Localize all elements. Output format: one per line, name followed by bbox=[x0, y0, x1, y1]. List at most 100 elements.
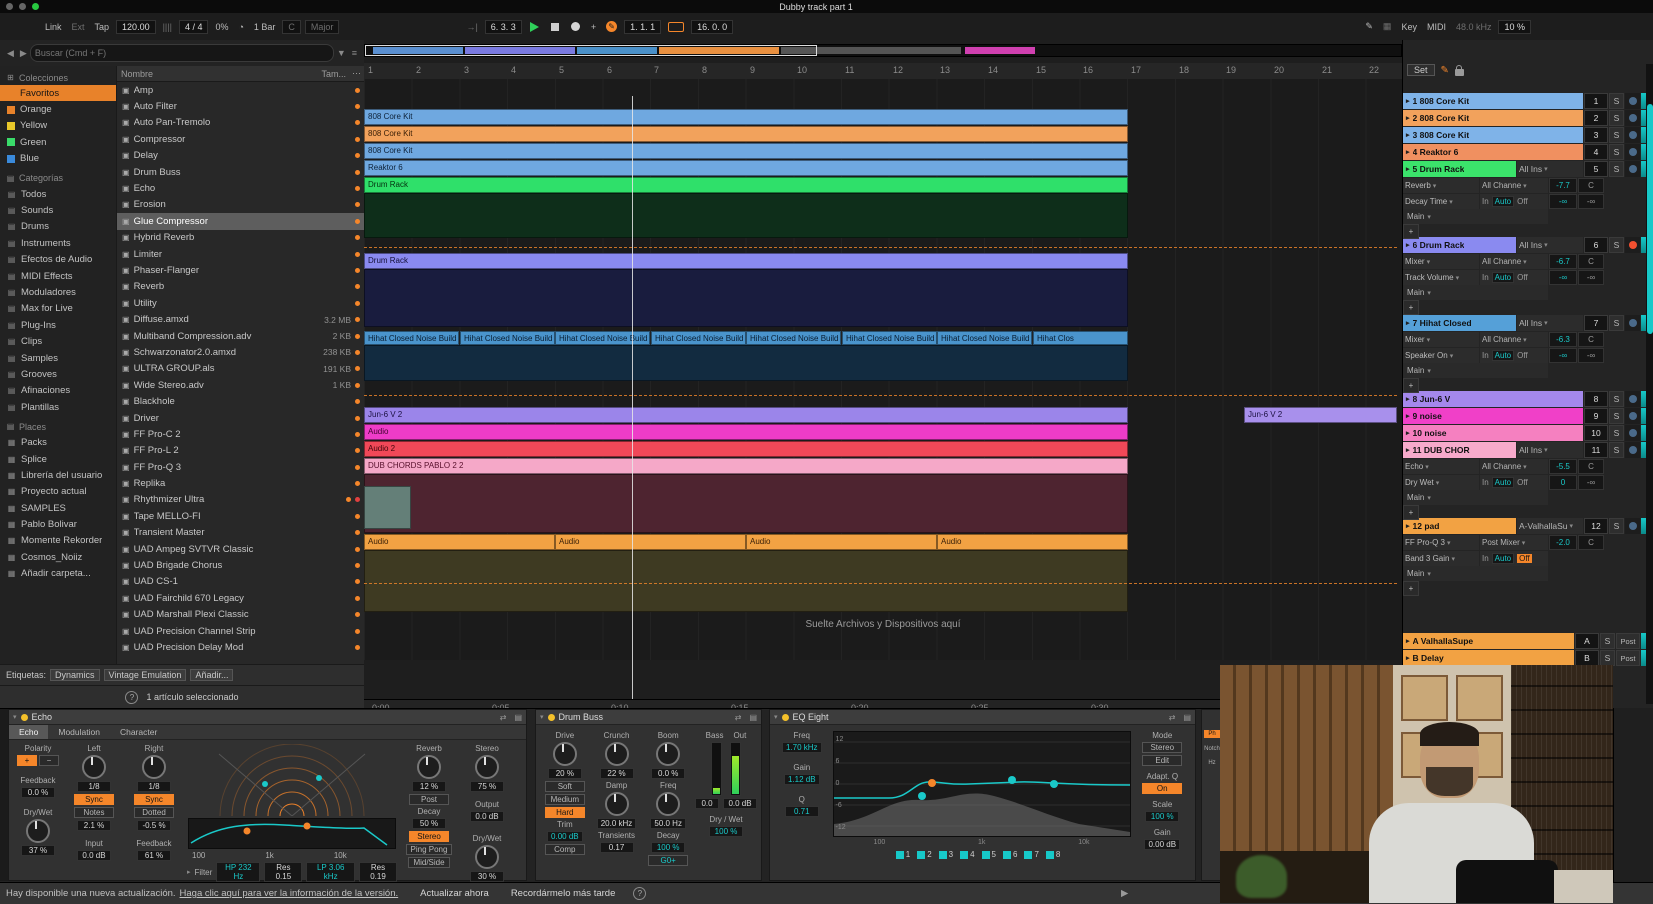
eq-spectrum-display[interactable]: 1260-6-12 bbox=[833, 731, 1131, 837]
sidebar-item-place[interactable]: ▦ Librería del usuario bbox=[0, 467, 116, 483]
track-fold-icon[interactable]: ▸ bbox=[1406, 131, 1410, 139]
solo-button[interactable]: S bbox=[1609, 315, 1624, 331]
nudge-icons[interactable]: |||| bbox=[163, 22, 172, 32]
link-toggle[interactable]: Link bbox=[45, 22, 62, 32]
sidebar-item-category[interactable]: ▤ Max for Live bbox=[0, 301, 116, 317]
track-fold-icon[interactable]: ▸ bbox=[1406, 637, 1410, 645]
scale-value[interactable]: 100 % bbox=[1145, 811, 1179, 822]
arm-button[interactable] bbox=[1625, 391, 1640, 407]
scale-root-menu[interactable]: C bbox=[282, 20, 301, 34]
clip[interactable] bbox=[364, 269, 1128, 327]
eq-edit-button[interactable]: Edit bbox=[1142, 755, 1182, 766]
metronome-icon[interactable]: ◔ bbox=[238, 22, 243, 32]
drum-buss-drywet-value[interactable]: 100 % bbox=[709, 826, 743, 837]
favorite-dot-icon[interactable] bbox=[355, 219, 360, 224]
boom-value[interactable]: 0.0 % bbox=[651, 768, 685, 779]
list-item[interactable]: ▣ Driver bbox=[117, 410, 365, 426]
sidebar-item-place[interactable]: ▦ Splice bbox=[0, 451, 116, 467]
automation-device-select[interactable]: Echo ▾ bbox=[1403, 459, 1479, 474]
stereo-width-knob[interactable] bbox=[475, 755, 499, 779]
arrangement-position-display[interactable]: 6. 3. 3 bbox=[485, 20, 522, 34]
polarity-minus-button[interactable]: − bbox=[39, 755, 59, 766]
arm-button[interactable] bbox=[1625, 442, 1640, 458]
list-item[interactable]: ▣ Compressor bbox=[117, 131, 365, 147]
status-help-icon[interactable]: ? bbox=[633, 887, 646, 900]
device-title-bar[interactable]: ▾ EQ Eight ⇄ ▤ bbox=[770, 710, 1195, 725]
collections-header[interactable]: ⊞ Colecciones bbox=[0, 70, 116, 85]
favorite-dot-icon[interactable] bbox=[355, 481, 360, 486]
list-item[interactable]: ▣ Transient Master bbox=[117, 525, 365, 541]
track-row[interactable]: ▸ 7 Hihat Closed All Ins ▾ 7 S bbox=[1403, 315, 1646, 331]
list-item[interactable]: ▣ Phaser-Flanger bbox=[117, 262, 365, 278]
favorite-dot-icon[interactable] bbox=[355, 416, 360, 421]
automation-io-row[interactable]: Speaker On ▾ In Auto Off -∞ -∞ bbox=[1403, 348, 1641, 363]
clip[interactable]: Audio bbox=[746, 534, 937, 550]
automation-value[interactable]: -6.7 bbox=[1549, 254, 1577, 269]
update-now-button[interactable]: Actualizar ahora bbox=[420, 888, 489, 899]
clip[interactable]: Drum Rack bbox=[364, 177, 1128, 193]
categories-header[interactable]: ▤ Categorías bbox=[0, 171, 116, 186]
save-preset-icon[interactable]: ▤ bbox=[749, 713, 757, 722]
track-fold-icon[interactable]: ▸ bbox=[1406, 97, 1410, 105]
ping-pong-button[interactable]: Ping Pong bbox=[406, 844, 453, 855]
file-list-header[interactable]: Nombre Tam... ⋯ bbox=[117, 66, 365, 82]
vertical-scrollbar[interactable] bbox=[1646, 64, 1653, 704]
solo-button[interactable]: S bbox=[1609, 127, 1624, 143]
arm-button[interactable] bbox=[1625, 518, 1640, 534]
band-active-icon[interactable] bbox=[982, 851, 990, 859]
track-name[interactable]: ▸ 6 Drum Rack bbox=[1403, 237, 1516, 253]
sidebar-item-collection[interactable]: Blue bbox=[0, 151, 116, 167]
clip[interactable]: Hihat Closed Noise Build bbox=[842, 331, 937, 345]
band-active-icon[interactable] bbox=[1024, 851, 1032, 859]
automation-value[interactable]: -7.7 bbox=[1549, 178, 1577, 193]
list-item[interactable]: ▣ ULTRA GROUP.als 191 KB bbox=[117, 361, 365, 377]
list-item[interactable]: ▣ Auto Pan-Tremolo bbox=[117, 115, 365, 131]
output-gain-value[interactable]: 0.0 dB bbox=[723, 798, 757, 809]
automation-breakpoint-line[interactable] bbox=[364, 583, 1397, 584]
sidebar-item-category[interactable]: ▤ Drums bbox=[0, 219, 116, 235]
feedback-value[interactable]: 0.0 % bbox=[21, 787, 55, 798]
track-row[interactable]: ▸ 3 808 Core Kit ▾ 3 S bbox=[1403, 127, 1646, 143]
eq-band-toggle[interactable]: 3 bbox=[939, 850, 953, 859]
automation-param-select[interactable]: All Channe ▾ bbox=[1480, 178, 1548, 193]
follow-icon[interactable]: →| bbox=[466, 22, 477, 32]
add-lane-button[interactable]: + bbox=[1403, 224, 1419, 239]
grid-icon[interactable]: ▦ bbox=[1383, 21, 1392, 32]
tab[interactable]: Character bbox=[110, 725, 167, 739]
track-routing-select[interactable]: A-ValhallaSu ▾ bbox=[1517, 518, 1583, 534]
favorite-dot-icon[interactable] bbox=[355, 284, 360, 289]
arm-button[interactable] bbox=[1625, 237, 1640, 253]
device-power-icon[interactable] bbox=[548, 714, 555, 721]
automation-io-row[interactable]: Band 3 Gain ▾ In Auto Off bbox=[1403, 551, 1641, 566]
automation-device-row[interactable]: FF Pro-Q 3 ▾ Post Mixer ▾ -2.0 C bbox=[1403, 535, 1641, 550]
list-item[interactable]: ▣ Erosion bbox=[117, 197, 365, 213]
favorite-dot-icon[interactable] bbox=[355, 645, 360, 650]
transients-value[interactable]: 0.17 bbox=[600, 842, 634, 853]
right-sync-button[interactable]: Sync bbox=[134, 794, 174, 805]
automation-extra-value[interactable]: C bbox=[1578, 332, 1604, 347]
main-lane-row[interactable]: Main ▾ bbox=[1403, 285, 1641, 300]
track-row[interactable]: ▸ 10 noise ▾ 10 S bbox=[1403, 425, 1646, 441]
favorite-dot-icon[interactable] bbox=[355, 137, 360, 142]
track-name[interactable]: ▸ B Delay bbox=[1403, 650, 1574, 666]
stereo-mode-button[interactable]: Stereo bbox=[409, 831, 449, 842]
clip[interactable]: Hihat Closed Noise Build bbox=[364, 331, 459, 345]
list-item[interactable]: ▣ Hybrid Reverb bbox=[117, 230, 365, 246]
reverb-position-select[interactable]: Post bbox=[409, 794, 449, 805]
sidebar-item-place[interactable]: ▦ Proyecto actual bbox=[0, 484, 116, 500]
band-q-value[interactable]: 0.71 bbox=[785, 806, 819, 817]
search-input[interactable] bbox=[30, 44, 334, 62]
window-green-dot-icon[interactable] bbox=[32, 3, 39, 10]
sidebar-item-category[interactable]: ▤ Moduladores bbox=[0, 284, 116, 300]
band-active-icon[interactable] bbox=[960, 851, 968, 859]
clip[interactable] bbox=[364, 550, 1128, 612]
track-fold-icon[interactable]: ▸ bbox=[1406, 446, 1410, 454]
solo-button[interactable]: S bbox=[1609, 93, 1624, 109]
clip[interactable]: Reaktor 6 bbox=[364, 160, 1128, 176]
track-row[interactable]: ▸ 1 808 Core Kit ▾ 1 S bbox=[1403, 93, 1646, 109]
automation-param-select[interactable]: Dry Wet ▾ bbox=[1403, 475, 1479, 490]
polarity-plus-button[interactable]: + bbox=[17, 755, 37, 766]
list-item[interactable]: ▣ Schwarzonator2.0.amxd 238 KB bbox=[117, 344, 365, 360]
band-active-icon[interactable] bbox=[939, 851, 947, 859]
solo-button[interactable]: S bbox=[1609, 110, 1624, 126]
